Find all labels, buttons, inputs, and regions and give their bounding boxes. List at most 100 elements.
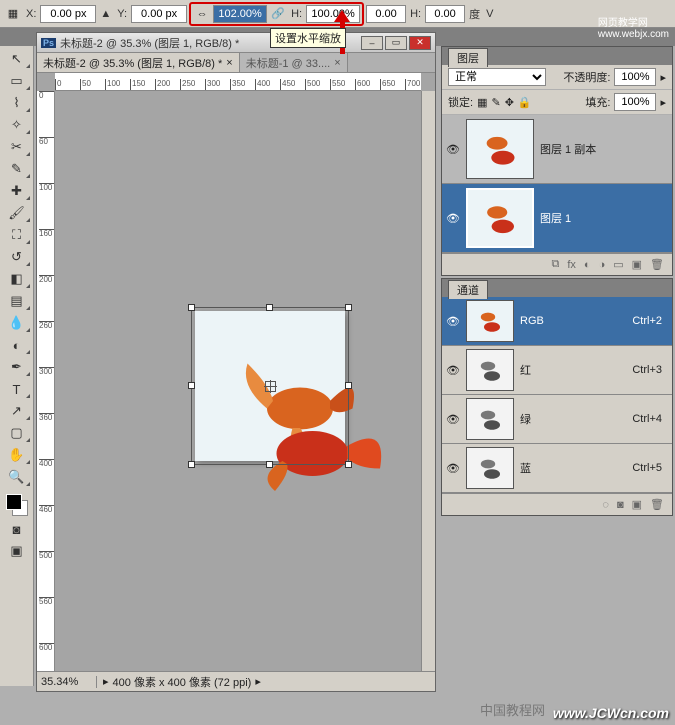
delta-icon[interactable]: ▲ [98, 8, 113, 20]
tool-shape[interactable]: ▢ [3, 423, 31, 443]
tool-type[interactable]: T [3, 379, 31, 399]
tool-crop[interactable]: ✂ [3, 137, 31, 157]
document-tab-1[interactable]: 未标题-2 @ 35.3% (图层 1, RGB/8) *× [37, 53, 240, 72]
tool-history[interactable]: ↺ [3, 247, 31, 267]
tool-marquee[interactable]: ▭ [3, 71, 31, 91]
document-titlebar[interactable]: Ps未标题-2 @ 35.3% (图层 1, RGB/8) * – ▭ ✕ [37, 33, 435, 53]
screenmode-toggle[interactable]: ▣ [3, 541, 31, 561]
tool-eraser[interactable]: ◧ [3, 269, 31, 289]
canvas-viewport[interactable] [55, 91, 421, 671]
channels-panel-header[interactable]: 通道 [442, 279, 672, 297]
visibility-eye-icon[interactable]: 👁 [446, 413, 460, 426]
channel-item[interactable]: 👁RGBCtrl+2 [442, 297, 672, 346]
layer-name[interactable]: 图层 1 [540, 210, 571, 226]
save-selection-icon[interactable]: ◙ [617, 499, 624, 511]
color-swatches[interactable] [4, 492, 30, 518]
fill-arrow-icon[interactable]: ▸ [660, 96, 666, 109]
document-tab-2[interactable]: 未标题-1 @ 33....× [240, 53, 348, 72]
lock-transparent-icon[interactable]: ▦ [477, 96, 487, 109]
transform-bounding-box[interactable] [191, 307, 349, 465]
transform-handle-l[interactable] [188, 382, 195, 389]
layers-tab[interactable]: 图层 [448, 48, 488, 67]
mask-icon[interactable]: ◐ [584, 259, 591, 271]
fx-icon[interactable]: fx [567, 259, 576, 271]
close-icon[interactable]: × [226, 57, 232, 69]
status-zoom[interactable]: 35.34% [37, 676, 97, 688]
scrollbar-vertical[interactable] [421, 91, 435, 671]
visibility-eye-icon[interactable]: 👁 [446, 462, 460, 475]
ruler-vertical[interactable]: 060100160200260300360400460500560600 [37, 91, 55, 671]
tool-move[interactable]: ↖ [3, 49, 31, 69]
skew-h-input[interactable] [425, 5, 465, 23]
channel-thumbnail[interactable] [466, 398, 514, 440]
channels-tab[interactable]: 通道 [448, 280, 488, 299]
tool-path[interactable]: ↗ [3, 401, 31, 421]
reference-point-icon[interactable]: ▦ [4, 5, 22, 23]
tool-heal[interactable]: ✚ [3, 181, 31, 201]
adjustment-icon[interactable]: ◑ [599, 259, 606, 271]
tool-stamp[interactable]: ⛶ [3, 225, 31, 245]
link-layers-icon[interactable]: ⧉ [551, 258, 559, 271]
ruler-horizontal[interactable]: 0501001502002503003504004505005506006507… [55, 73, 421, 91]
channel-item[interactable]: 👁红Ctrl+3 [442, 346, 672, 395]
layers-panel-header[interactable]: 图层 [442, 47, 672, 65]
layer-item[interactable]: 👁 图层 1 [442, 184, 672, 253]
tool-eyedrop[interactable]: ✎ [3, 159, 31, 179]
transform-handle-tl[interactable] [188, 304, 195, 311]
channel-item[interactable]: 👁蓝Ctrl+5 [442, 444, 672, 493]
maximize-button[interactable]: ▭ [385, 36, 407, 50]
lock-move-icon[interactable]: ✥ [505, 96, 514, 109]
blend-mode-select[interactable]: 正常 [448, 68, 546, 86]
link-icon[interactable]: 🔗 [269, 5, 287, 23]
lock-brush-icon[interactable]: ✎ [491, 96, 500, 109]
tool-blur[interactable]: 💧 [3, 313, 31, 333]
fill-input[interactable] [614, 93, 656, 111]
visibility-eye-icon[interactable]: 👁 [446, 143, 460, 156]
tool-lasso[interactable]: ⌇ [3, 93, 31, 113]
channel-thumbnail[interactable] [466, 300, 514, 342]
tool-pen[interactable]: ✒ [3, 357, 31, 377]
quickmask-toggle[interactable]: ◙ [3, 519, 31, 539]
channel-item[interactable]: 👁绿Ctrl+4 [442, 395, 672, 444]
trash-icon[interactable]: 🗑 [650, 258, 664, 271]
load-selection-icon[interactable]: ◌ [602, 499, 609, 511]
tool-dodge[interactable]: ◐ [3, 335, 31, 355]
tool-wand[interactable]: ✧ [3, 115, 31, 135]
y-input[interactable] [131, 5, 187, 23]
opacity-arrow-icon[interactable]: ▸ [660, 71, 666, 84]
channel-thumbnail[interactable] [466, 349, 514, 391]
visibility-eye-icon[interactable]: 👁 [446, 212, 460, 225]
angle-input[interactable] [366, 5, 406, 23]
tool-gradient[interactable]: ▤ [3, 291, 31, 311]
lock-all-icon[interactable]: 🔒 [518, 96, 532, 109]
transform-handle-r[interactable] [345, 382, 352, 389]
layer-name[interactable]: 图层 1 副本 [540, 141, 596, 157]
trash-icon[interactable]: 🗑 [650, 498, 664, 511]
transform-center[interactable] [265, 381, 276, 392]
transform-handle-b[interactable] [266, 461, 273, 468]
close-icon[interactable]: × [334, 57, 340, 69]
opacity-input[interactable] [614, 68, 656, 86]
transform-handle-t[interactable] [266, 304, 273, 311]
status-doc-info[interactable]: ▸400 像素 x 400 像素 (72 ppi)▸ [97, 674, 267, 690]
w-scale-input[interactable] [213, 5, 267, 23]
minimize-button[interactable]: – [361, 36, 383, 50]
new-channel-icon[interactable]: ▣ [632, 498, 642, 511]
tool-hand[interactable]: ✋ [3, 445, 31, 465]
x-input[interactable] [40, 5, 96, 23]
canvas[interactable] [195, 311, 345, 461]
tool-zoom[interactable]: 🔍 [3, 467, 31, 487]
close-button[interactable]: ✕ [409, 36, 431, 50]
group-icon[interactable]: ▭ [613, 258, 623, 271]
visibility-eye-icon[interactable]: 👁 [446, 315, 460, 328]
transform-handle-tr[interactable] [345, 304, 352, 311]
transform-handle-bl[interactable] [188, 461, 195, 468]
layer-thumbnail[interactable] [466, 119, 534, 179]
visibility-eye-icon[interactable]: 👁 [446, 364, 460, 377]
transform-handle-br[interactable] [345, 461, 352, 468]
tool-brush[interactable]: 🖌 [3, 203, 31, 223]
layer-thumbnail[interactable] [466, 188, 534, 248]
layer-item[interactable]: 👁 图层 1 副本 [442, 115, 672, 184]
new-layer-icon[interactable]: ▣ [632, 258, 642, 271]
channel-thumbnail[interactable] [466, 447, 514, 489]
